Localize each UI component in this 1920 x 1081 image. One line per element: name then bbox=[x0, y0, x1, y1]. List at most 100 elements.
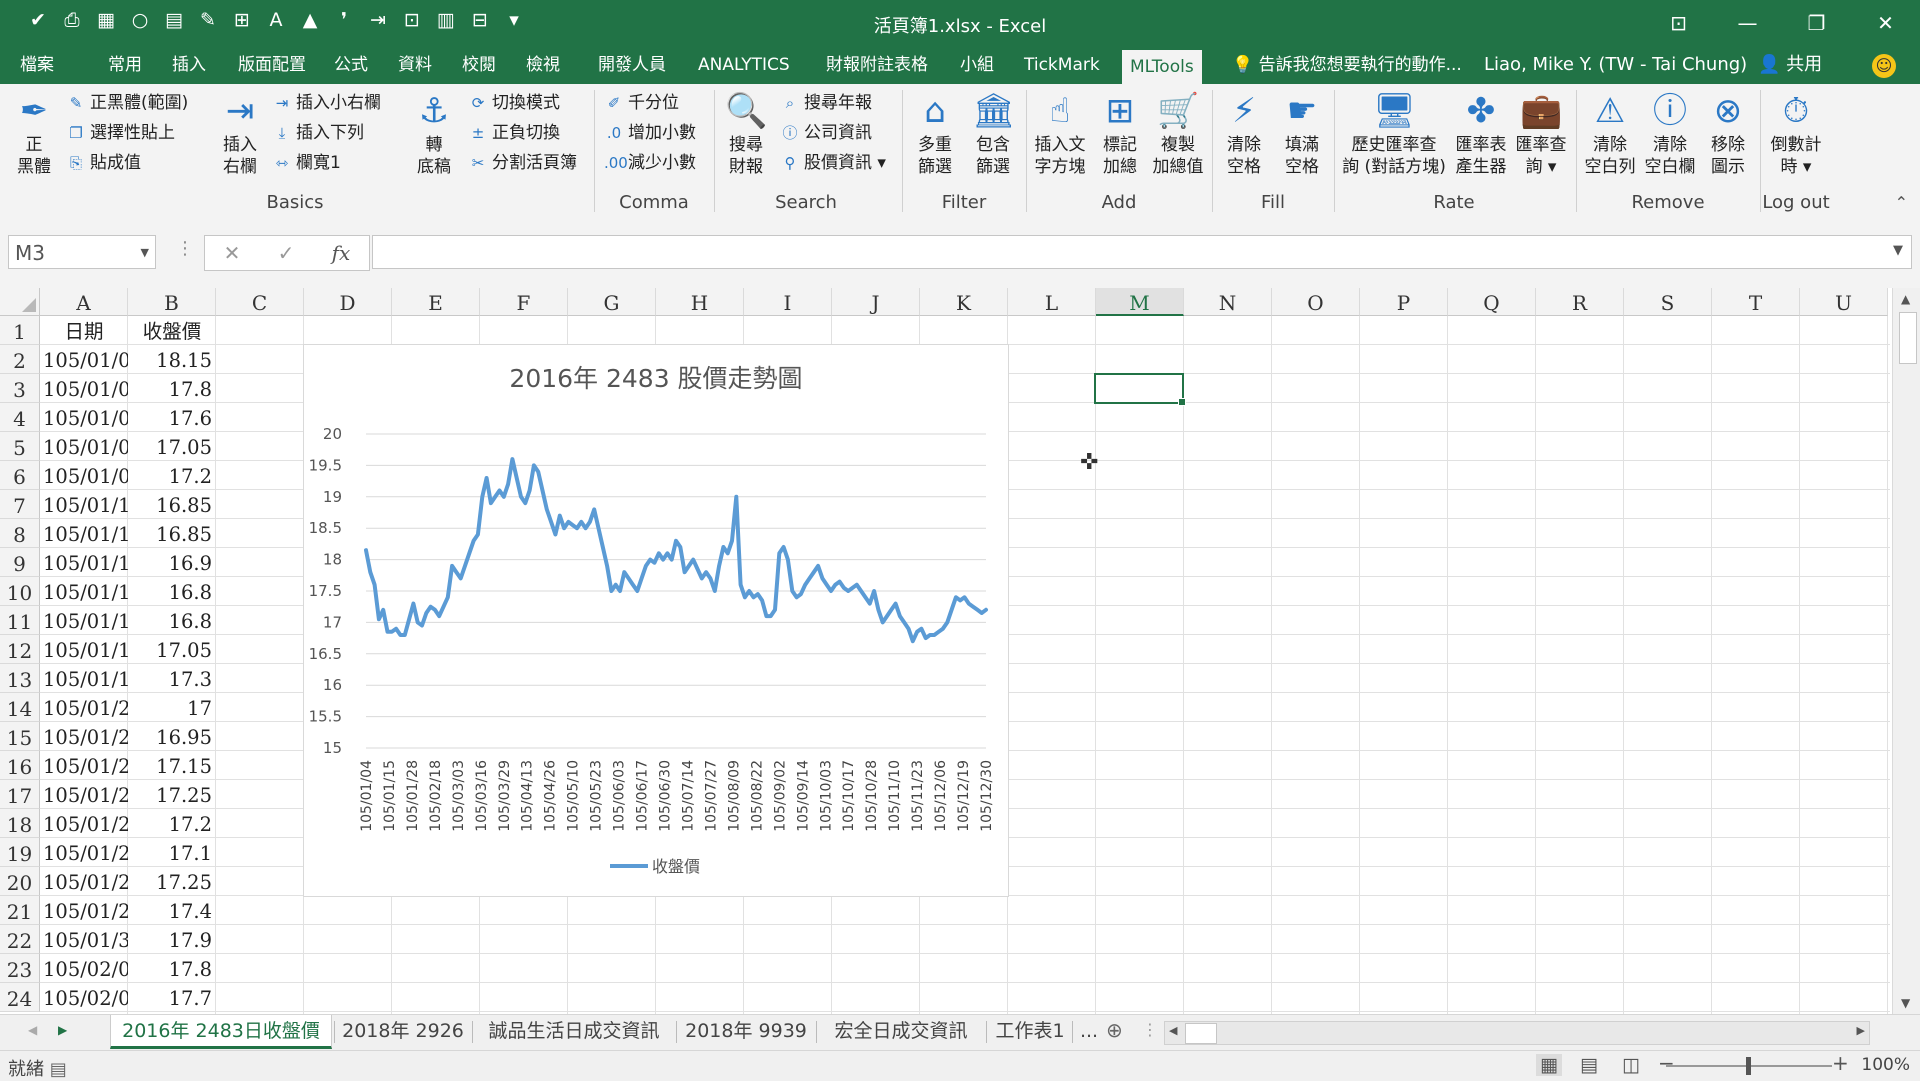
paste-special-button[interactable]: ❐ 選擇性貼上 bbox=[66, 122, 175, 144]
zoom-slider[interactable] bbox=[1666, 1057, 1832, 1075]
cell-a7[interactable]: 105/01/1 bbox=[40, 490, 128, 519]
column-header-q[interactable]: Q bbox=[1448, 288, 1536, 316]
next-sheet-icon[interactable]: ▶ bbox=[58, 1023, 67, 1037]
cell-a21[interactable]: 105/01/2 bbox=[40, 896, 128, 925]
column-header-s[interactable]: S bbox=[1624, 288, 1712, 316]
column-header-c[interactable]: C bbox=[216, 288, 304, 316]
tab-menu-12[interactable]: TickMark bbox=[1016, 46, 1108, 84]
cell-a11[interactable]: 105/01/1 bbox=[40, 606, 128, 635]
row-header-21[interactable]: 21 bbox=[0, 896, 40, 925]
cell-a23[interactable]: 105/02/0 bbox=[40, 954, 128, 983]
cell-b19[interactable]: 17.1 bbox=[128, 838, 216, 867]
tab-menu-4[interactable]: 公式 bbox=[326, 46, 376, 84]
tab-menu-11[interactable]: 小組 bbox=[952, 46, 1002, 84]
row-header-5[interactable]: 5 bbox=[0, 432, 40, 461]
cell-b2[interactable]: 18.15 bbox=[128, 345, 216, 374]
toggle-mode-button[interactable]: ⟳ 切換模式 bbox=[468, 92, 560, 114]
toggle-sign-button[interactable]: ± 正負切換 bbox=[468, 122, 560, 144]
mark-sum-button[interactable]: ⊞ 標記 加總 bbox=[1092, 90, 1148, 178]
row-header-16[interactable]: 16 bbox=[0, 751, 40, 780]
row-header-15[interactable]: 15 bbox=[0, 722, 40, 751]
cell-b12[interactable]: 17.05 bbox=[128, 635, 216, 664]
insert-textbox-button[interactable]: ☝ 插入文 字方塊 bbox=[1030, 90, 1090, 178]
cell-b5[interactable]: 17.05 bbox=[128, 432, 216, 461]
contains-filter-button[interactable]: 🏛 包含 篩選 bbox=[966, 90, 1020, 178]
row-header-22[interactable]: 22 bbox=[0, 925, 40, 954]
row-header-2[interactable]: 2 bbox=[0, 345, 40, 374]
cell-b15[interactable]: 16.95 bbox=[128, 722, 216, 751]
cell-a20[interactable]: 105/01/2 bbox=[40, 867, 128, 896]
enter-icon[interactable]: ✓ bbox=[278, 241, 295, 265]
column-header-r[interactable]: R bbox=[1536, 288, 1624, 316]
column-header-i[interactable]: I bbox=[744, 288, 832, 316]
cell-a3[interactable]: 105/01/0 bbox=[40, 374, 128, 403]
active-cell-m3[interactable] bbox=[1094, 373, 1186, 406]
ribbon-display-options-button[interactable]: ⊡ bbox=[1644, 0, 1713, 46]
sheet-tab-2[interactable]: 2018年 2926 bbox=[338, 1015, 468, 1049]
column-header-u[interactable]: U bbox=[1800, 288, 1888, 316]
cell-a6[interactable]: 105/01/0 bbox=[40, 461, 128, 490]
select-all-corner[interactable] bbox=[0, 288, 40, 316]
zoom-level[interactable]: 100% bbox=[1861, 1055, 1910, 1075]
expand-formula-icon[interactable]: ▼ bbox=[1893, 243, 1903, 258]
row-header-6[interactable]: 6 bbox=[0, 461, 40, 490]
rate-query-dropdown[interactable]: 💼 匯率查詢 ▾ bbox=[1512, 90, 1570, 178]
clear-blank-columns-button[interactable]: ⓘ 清除 空白欄 bbox=[1640, 90, 1700, 178]
decrease-decimal-button[interactable]: .00減少小數 bbox=[604, 152, 696, 174]
share-button[interactable]: 👤 共用 bbox=[1758, 46, 1822, 84]
tab-menu-13[interactable]: MLTools bbox=[1122, 50, 1202, 84]
column-header-k[interactable]: K bbox=[920, 288, 1008, 316]
company-info-button[interactable]: ⓘ 公司資訊 bbox=[780, 122, 872, 144]
row-header-3[interactable]: 3 bbox=[0, 374, 40, 403]
cell-b22[interactable]: 17.9 bbox=[128, 925, 216, 954]
countdown-timer-dropdown[interactable]: ⏱ 倒數計時 ▾ bbox=[1764, 90, 1828, 178]
cell-a16[interactable]: 105/01/2 bbox=[40, 751, 128, 780]
cell-a8[interactable]: 105/01/1 bbox=[40, 519, 128, 548]
column-header-j[interactable]: J bbox=[832, 288, 920, 316]
convert-draft-button[interactable]: ⚓ 轉底稿 bbox=[406, 90, 462, 178]
column-header-a[interactable]: A bbox=[40, 288, 128, 316]
cell-a19[interactable]: 105/01/2 bbox=[40, 838, 128, 867]
column-header-f[interactable]: F bbox=[480, 288, 568, 316]
vertical-scrollbar[interactable]: ▲ ▼ bbox=[1892, 288, 1920, 1014]
tab-menu-7[interactable]: 檢視 bbox=[518, 46, 568, 84]
sheet-tab-5[interactable]: 宏全日成交資訊 bbox=[820, 1015, 982, 1049]
column-header-m[interactable]: M bbox=[1096, 288, 1184, 316]
page-break-view-icon[interactable]: ◫ bbox=[1622, 1054, 1640, 1076]
name-box[interactable]: M3 ▼ bbox=[8, 235, 156, 269]
copy-sum-button[interactable]: 🛒 複製 加總值 bbox=[1148, 90, 1208, 178]
page-layout-view-icon[interactable]: ▤ bbox=[1580, 1054, 1598, 1076]
cell-b13[interactable]: 17.3 bbox=[128, 664, 216, 693]
insert-right-column-button[interactable]: ⇥ 插入 右欄 bbox=[212, 90, 268, 178]
restore-button[interactable]: ❐ bbox=[1782, 0, 1851, 46]
close-button[interactable]: ✕ bbox=[1851, 0, 1920, 46]
cell-a1[interactable]: 日期 bbox=[40, 316, 128, 345]
cell-b3[interactable]: 17.8 bbox=[128, 374, 216, 403]
cell-a18[interactable]: 105/01/2 bbox=[40, 809, 128, 838]
cancel-icon[interactable]: ✕ bbox=[224, 241, 241, 265]
cell-a15[interactable]: 105/01/2 bbox=[40, 722, 128, 751]
feedback-smiley-icon[interactable]: ☺ bbox=[1872, 54, 1896, 78]
cell-a10[interactable]: 105/01/1 bbox=[40, 577, 128, 606]
column-header-l[interactable]: L bbox=[1008, 288, 1096, 316]
column-header-g[interactable]: G bbox=[568, 288, 656, 316]
cell-a12[interactable]: 105/01/1 bbox=[40, 635, 128, 664]
row-header-20[interactable]: 20 bbox=[0, 867, 40, 896]
clear-blanks-button[interactable]: ⚡ 清除 空格 bbox=[1216, 90, 1272, 178]
column-header-e[interactable]: E bbox=[392, 288, 480, 316]
cell-b10[interactable]: 16.8 bbox=[128, 577, 216, 606]
user-account[interactable]: Liao, Mike Y. (TW - Tai Chung) bbox=[1484, 46, 1747, 84]
insert-row-below-button[interactable]: ⤓ 插入下列 bbox=[272, 122, 364, 144]
row-header-17[interactable]: 17 bbox=[0, 780, 40, 809]
new-sheet-icon[interactable]: ⊕ bbox=[1106, 1018, 1123, 1042]
collapse-ribbon-icon[interactable]: ⌃ bbox=[1895, 193, 1908, 212]
row-header-13[interactable]: 13 bbox=[0, 664, 40, 693]
tab-file[interactable]: 檔案 bbox=[12, 46, 62, 84]
split-workbook-button[interactable]: ✂ 分割活頁簿 bbox=[468, 152, 577, 174]
cell-a13[interactable]: 105/01/1 bbox=[40, 664, 128, 693]
sheet-tab-4[interactable]: 2018年 9939 bbox=[680, 1015, 812, 1049]
cell-b21[interactable]: 17.4 bbox=[128, 896, 216, 925]
jhenghei-range-button[interactable]: ✎ 正黑體(範圍) bbox=[66, 92, 189, 114]
vertical-scroll-thumb[interactable] bbox=[1899, 312, 1917, 364]
row-header-14[interactable]: 14 bbox=[0, 693, 40, 722]
